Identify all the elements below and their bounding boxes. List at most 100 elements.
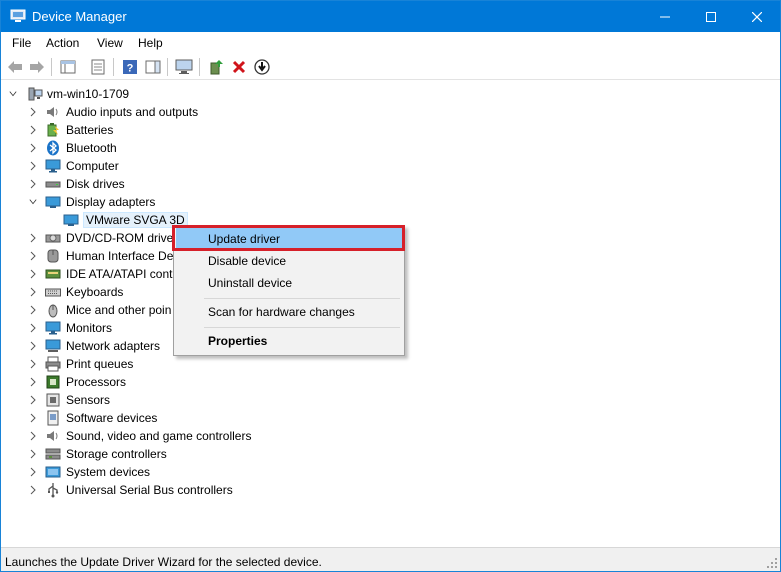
tree-category[interactable]: Processors (1, 373, 401, 391)
action-pane-icon (145, 60, 161, 74)
tree-category[interactable]: Computer (1, 157, 401, 175)
scan-hardware-menu-item[interactable]: Scan for hardware changes (176, 301, 402, 323)
sound-icon (47, 431, 58, 441)
tree-category-label: Universal Serial Bus controllers (66, 483, 233, 497)
scan-hardware-button[interactable] (175, 58, 193, 76)
chevron-right-icon[interactable] (29, 251, 37, 261)
tree-category[interactable]: Audio inputs and outputs (1, 103, 401, 121)
device-manager-window: Device Manager File Action View Help ? v… (0, 0, 781, 572)
enable-device-toolbar-button[interactable] (253, 58, 271, 76)
update-driver-toolbar-button[interactable] (207, 58, 225, 76)
title-bar[interactable]: Device Manager (1, 1, 780, 32)
tree-category[interactable]: Batteries (1, 121, 401, 139)
tree-category[interactable]: Software devices (1, 409, 401, 427)
menu-bar: File Action View Help (1, 32, 780, 54)
maximize-button[interactable] (688, 1, 734, 32)
tree-category-label: Software devices (66, 411, 158, 425)
uninstall-device-label: Uninstall device (208, 276, 293, 290)
tree-category[interactable]: Print queues (1, 355, 401, 373)
chevron-right-icon[interactable] (29, 161, 37, 171)
tree-category-label: Print queues (66, 357, 134, 371)
monitor-icon (45, 321, 61, 335)
software-device-icon (47, 410, 59, 426)
chevron-down-icon[interactable] (9, 89, 17, 99)
ide-icon (45, 269, 61, 279)
chevron-right-icon[interactable] (29, 413, 37, 423)
chevron-right-icon[interactable] (29, 395, 37, 405)
menu-separator (204, 327, 400, 328)
chevron-right-icon[interactable] (29, 377, 37, 387)
back-button[interactable] (6, 58, 24, 76)
speaker-icon (47, 107, 58, 117)
help-icon: ? (123, 60, 137, 75)
maximize-icon (706, 11, 716, 22)
uninstall-device-menu-item[interactable]: Uninstall device (176, 272, 402, 294)
tree-root-label: vm-win10-1709 (47, 87, 130, 101)
tree-category-label: Computer (66, 159, 119, 173)
computer-icon (45, 159, 61, 173)
chevron-right-icon[interactable] (29, 485, 37, 495)
tree-category[interactable]: Storage controllers (1, 445, 401, 463)
tree-category[interactable]: System devices (1, 463, 401, 481)
display-adapter-icon (63, 214, 79, 226)
tree-category-label: Bluetooth (66, 141, 117, 155)
tree-category-label: Batteries (66, 123, 114, 137)
bluetooth-icon (47, 140, 59, 156)
chevron-right-icon[interactable] (29, 179, 37, 189)
disk-drive-icon (45, 181, 61, 188)
show-hide-console-tree-button[interactable] (59, 58, 77, 76)
chevron-right-icon[interactable] (29, 107, 37, 117)
properties-sheet-icon (91, 59, 105, 75)
chevron-right-icon[interactable] (29, 431, 37, 441)
tree-category[interactable]: Bluetooth (1, 139, 401, 157)
system-device-icon (45, 466, 61, 478)
chevron-right-icon[interactable] (29, 125, 37, 135)
storage-icon (45, 448, 61, 460)
dvd-icon (45, 234, 61, 243)
uninstall-toolbar-button[interactable] (230, 58, 248, 76)
menu-file[interactable]: File (12, 36, 31, 50)
chevron-right-icon[interactable] (29, 305, 37, 315)
resize-grip-icon[interactable] (766, 557, 778, 569)
close-icon (752, 11, 762, 22)
properties-button[interactable] (89, 58, 107, 76)
download-arrow-icon (254, 59, 270, 75)
chevron-right-icon[interactable] (29, 323, 37, 333)
tree-category-label: Audio inputs and outputs (66, 105, 199, 119)
action-pane-button[interactable] (144, 58, 162, 76)
help-button[interactable]: ? (121, 58, 139, 76)
monitor-scan-icon (175, 59, 193, 74)
chevron-right-icon[interactable] (29, 359, 37, 369)
chevron-right-icon[interactable] (29, 341, 37, 351)
battery-icon (47, 123, 59, 137)
chevron-right-icon[interactable] (29, 449, 37, 459)
status-bar: Launches the Update Driver Wizard for th… (1, 547, 780, 571)
chevron-right-icon[interactable] (29, 287, 37, 297)
tree-category[interactable]: Sensors (1, 391, 401, 409)
tree-category-label: System devices (66, 465, 151, 479)
disable-device-menu-item[interactable]: Disable device (176, 250, 402, 272)
close-button[interactable] (734, 1, 780, 32)
tree-category-label: Monitors (66, 321, 113, 335)
chevron-down-icon[interactable] (29, 197, 37, 207)
tree-category-label: Sensors (66, 393, 111, 407)
tree-category[interactable]: Disk drives (1, 175, 401, 193)
add-driver-icon (210, 60, 223, 75)
minimize-button[interactable] (642, 1, 688, 32)
menu-view[interactable]: View (97, 36, 123, 50)
tree-category[interactable]: Universal Serial Bus controllers (1, 481, 401, 499)
tree-category[interactable]: Display adapters (1, 193, 401, 211)
forward-button[interactable] (28, 58, 46, 76)
tree-root[interactable]: vm-win10-1709 (1, 85, 401, 103)
chevron-right-icon[interactable] (29, 467, 37, 477)
tree-category-label: Processors (66, 375, 127, 389)
tree-category[interactable]: Sound, video and game controllers (1, 427, 401, 445)
usb-icon (48, 483, 59, 498)
chevron-right-icon[interactable] (29, 233, 37, 243)
menu-action[interactable]: Action (46, 36, 79, 50)
chevron-right-icon[interactable] (29, 143, 37, 153)
properties-menu-item[interactable]: Properties (176, 330, 402, 352)
chevron-right-icon[interactable] (29, 269, 37, 279)
menu-help[interactable]: Help (138, 36, 163, 50)
sensor-icon (46, 393, 60, 407)
